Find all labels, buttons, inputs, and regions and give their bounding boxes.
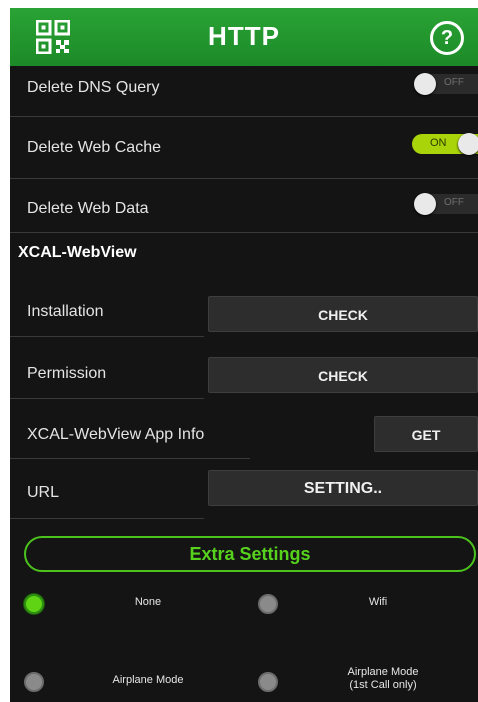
radio-airplane-mode-1st-call[interactable] [258,672,278,692]
installation-check-button[interactable]: CHECK [208,296,478,332]
installation-label: Installation [27,303,104,320]
label-line-2: (1st Call only) [349,679,417,691]
app-info-label: XCAL-WebView App Info [27,426,205,443]
divider [10,232,478,233]
divider [10,336,204,337]
divider [10,458,250,459]
radio-wifi-label: Wifi [368,596,388,608]
radio-airplane-mode[interactable] [24,672,44,692]
extra-settings-button[interactable]: Extra Settings [24,536,476,572]
delete-dns-query-label: Delete DNS Query [27,79,160,96]
permission-label: Permission [27,365,107,382]
delete-web-data-toggle[interactable]: OFF [414,193,478,215]
help-icon[interactable]: ? [430,21,464,55]
delete-web-cache-toggle[interactable]: ON [412,133,478,155]
radio-none[interactable] [24,594,44,614]
divider [10,178,478,179]
app-header: HTTP ? [10,8,478,66]
permission-check-button[interactable]: CHECK [208,357,478,393]
toggle-knob [414,73,436,95]
divider [10,398,204,399]
toggle-knob [414,193,436,215]
delete-web-cache-label: Delete Web Cache [27,139,161,156]
app-info-get-button[interactable]: GET [374,416,478,452]
page-title: HTTP [208,21,280,51]
url-setting-button[interactable]: SETTING.. [208,470,478,506]
section-title-xcal-webview: XCAL-WebView [18,244,137,261]
divider [10,518,204,519]
label-line-1: Airplane Mode [347,666,419,678]
radio-airplane-mode-1st-call-label: Airplane Mode (1st Call only) [328,666,438,692]
url-label: URL [27,484,60,501]
divider [10,116,478,117]
http-settings-screen: HTTP ? Delete DNS Query OFF Delete Web C… [10,8,478,702]
toggle-state-text: OFF [444,197,464,208]
radio-none-label: None [134,596,162,608]
radio-airplane-mode-label: Airplane Mode [112,674,184,686]
delete-web-data-label: Delete Web Data [27,200,149,217]
delete-dns-query-toggle[interactable]: OFF [414,73,478,95]
toggle-state-text: ON [430,137,447,149]
toggle-state-text: OFF [444,77,464,88]
radio-wifi[interactable] [258,594,278,614]
toggle-knob [458,133,478,155]
